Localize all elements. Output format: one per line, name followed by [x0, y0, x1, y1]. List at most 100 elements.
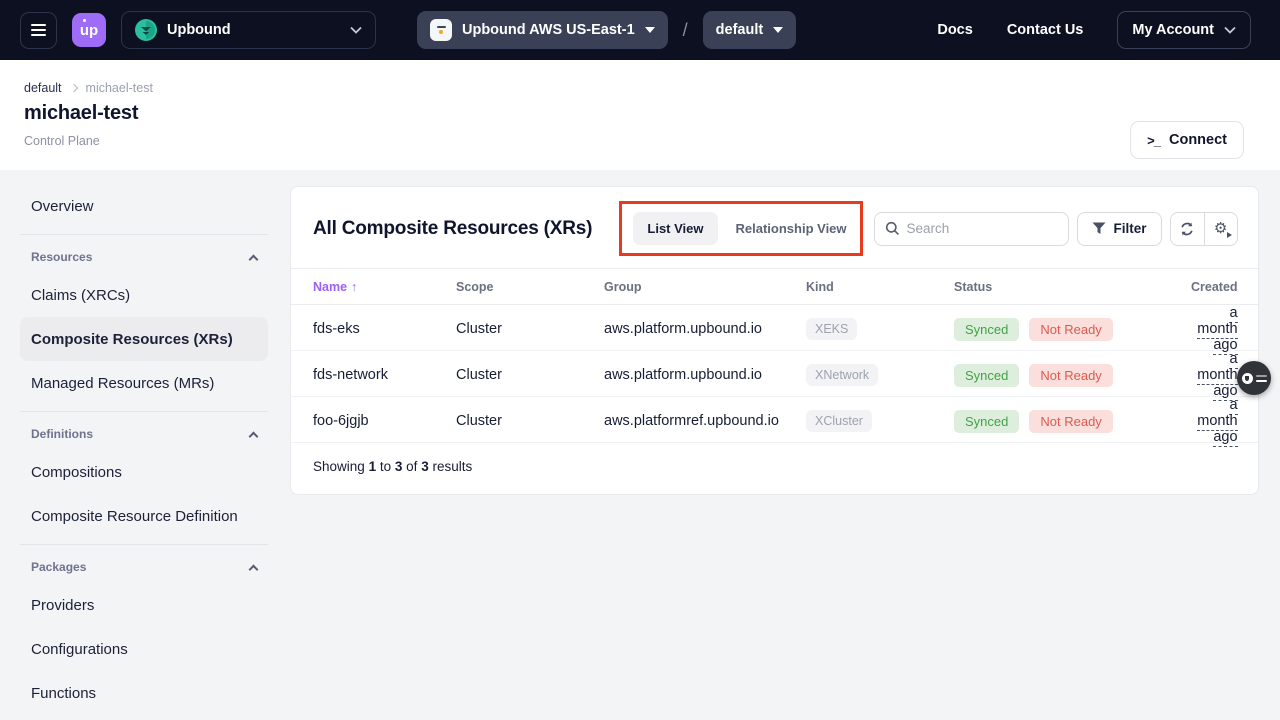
page-title: michael-test: [24, 102, 1280, 125]
control-plane-icon: [430, 19, 452, 41]
sidebar-item-functions[interactable]: Functions: [20, 671, 268, 715]
toolbar: Filter ⚙: [874, 212, 1238, 246]
divider: [20, 544, 268, 545]
sidebar-section-packages-label: Packages: [31, 560, 86, 574]
column-header-created: Created: [1191, 280, 1238, 294]
divider: [20, 411, 268, 412]
sidebar-item-compositions[interactable]: Compositions: [20, 450, 268, 494]
column-header-status: Status: [954, 280, 1191, 294]
cell-name: fds-eks: [313, 321, 456, 337]
sidebar-item-overview[interactable]: Overview: [20, 184, 268, 228]
search-box: [874, 212, 1069, 246]
filter-button[interactable]: Filter: [1077, 212, 1162, 246]
sidebar-section-definitions[interactable]: Definitions: [20, 418, 268, 450]
cell-scope: Cluster: [456, 321, 604, 337]
refresh-button[interactable]: [1171, 213, 1204, 245]
filter-funnel-icon: [1092, 222, 1106, 235]
upbound-logo[interactable]: up: [72, 13, 106, 47]
my-account-label: My Account: [1132, 22, 1214, 38]
created-timestamp[interactable]: a month ago: [1197, 397, 1237, 447]
sidebar-item-composite-resources[interactable]: Composite Resources (XRs): [20, 317, 268, 361]
search-input[interactable]: [907, 221, 1058, 236]
group-selector-label: default: [716, 22, 764, 38]
top-navbar: up Upbound Upbound AWS US-East-1 / defau…: [0, 0, 1280, 60]
cell-name: fds-network: [313, 367, 456, 383]
breadcrumb-michael-test: michael-test: [86, 81, 153, 95]
sidebar-section-packages[interactable]: Packages: [20, 551, 268, 583]
group-selector[interactable]: default: [703, 11, 797, 49]
cell-scope: Cluster: [456, 367, 604, 383]
sidebar-section-resources-label: Resources: [31, 250, 92, 264]
chevron-up-icon: [249, 431, 259, 441]
chevron-right-icon: [69, 83, 77, 91]
column-header-name[interactable]: Name ↑: [313, 280, 456, 294]
org-avatar-icon: [135, 19, 157, 41]
tab-list-view[interactable]: List View: [633, 212, 717, 245]
status-badge-not-ready: Not Ready: [1029, 364, 1112, 387]
sidebar: Overview Resources Claims (XRCs) Composi…: [0, 170, 290, 715]
tab-relationship-view[interactable]: Relationship View: [718, 212, 849, 245]
sort-ascending-icon: ↑: [351, 280, 357, 294]
gear-icon: ⚙: [1214, 221, 1227, 236]
breadcrumb: default michael-test: [24, 81, 1280, 95]
results-summary: Showing 1 to 3 of 3 results: [291, 443, 1258, 494]
my-account-button[interactable]: My Account: [1117, 11, 1251, 49]
caret-down-icon: [645, 27, 655, 33]
connect-button-label: Connect: [1169, 132, 1227, 148]
page-header: default michael-test michael-test Contro…: [0, 60, 1280, 170]
column-header-group: Group: [604, 280, 806, 294]
docs-link[interactable]: Docs: [937, 22, 972, 38]
chevron-up-icon: [249, 254, 259, 264]
breadcrumb-default[interactable]: default: [24, 81, 62, 95]
divider: [20, 234, 268, 235]
hamburger-icon: [31, 24, 46, 26]
annotation-highlight-box: List View Relationship View: [619, 201, 862, 256]
sidebar-section-resources[interactable]: Resources: [20, 241, 268, 273]
status-badge-synced: Synced: [954, 410, 1019, 433]
cell-group: aws.platformref.upbound.io: [604, 413, 806, 429]
connect-button[interactable]: >_ Connect: [1130, 121, 1244, 159]
sidebar-item-composite-resource-definition[interactable]: Composite Resource Definition: [20, 494, 268, 538]
sidebar-item-claims[interactable]: Claims (XRCs): [20, 273, 268, 317]
contact-us-link[interactable]: Contact Us: [1007, 22, 1084, 38]
auto-refresh-settings-button[interactable]: ⚙: [1204, 213, 1237, 245]
status-badge-not-ready: Not Ready: [1029, 318, 1112, 341]
sidebar-item-providers[interactable]: Providers: [20, 583, 268, 627]
kind-badge: XNetwork: [806, 364, 878, 386]
created-timestamp[interactable]: a month ago: [1197, 305, 1237, 355]
column-header-scope: Scope: [456, 280, 604, 294]
card-header: All Composite Resources (XRs) List View …: [291, 187, 1258, 268]
table-row[interactable]: fds-network Cluster aws.platform.upbound…: [291, 351, 1258, 397]
control-plane-selector-label: Upbound AWS US-East-1: [462, 22, 635, 38]
sidebar-item-managed-resources[interactable]: Managed Resources (MRs): [20, 361, 268, 405]
column-header-kind: Kind: [806, 280, 954, 294]
table-row[interactable]: foo-6jgjb Cluster aws.platformref.upboun…: [291, 397, 1258, 443]
terminal-icon: >_: [1147, 133, 1160, 148]
cell-scope: Cluster: [456, 413, 604, 429]
page-subtitle: Control Plane: [24, 134, 1280, 148]
card-title: All Composite Resources (XRs): [313, 218, 592, 240]
organization-selector[interactable]: Upbound: [121, 11, 376, 49]
status-badge-synced: Synced: [954, 318, 1019, 341]
control-plane-selector[interactable]: Upbound AWS US-East-1: [417, 11, 668, 49]
results-end: 3: [395, 459, 403, 474]
path-separator: /: [683, 20, 688, 41]
feedback-widget-button[interactable]: [1237, 361, 1271, 395]
status-badge-not-ready: Not Ready: [1029, 410, 1112, 433]
caret-down-icon: [773, 27, 783, 33]
sidebar-item-configurations[interactable]: Configurations: [20, 627, 268, 671]
table-header-row: Name ↑ Scope Group Kind Status Created: [291, 268, 1258, 305]
table-row[interactable]: fds-eks Cluster aws.platform.upbound.io …: [291, 305, 1258, 351]
chevron-down-icon: [1224, 26, 1236, 34]
cell-group: aws.platform.upbound.io: [604, 321, 806, 337]
results-total: 3: [421, 459, 429, 474]
filter-button-label: Filter: [1114, 221, 1147, 236]
results-start: 1: [369, 459, 377, 474]
feedback-icon: [1242, 373, 1253, 384]
chevron-up-icon: [249, 564, 259, 574]
kind-badge: XCluster: [806, 410, 872, 432]
created-timestamp[interactable]: a month ago: [1197, 351, 1237, 401]
table-actions-group: ⚙: [1170, 212, 1238, 246]
organization-selector-label: Upbound: [167, 22, 231, 38]
hamburger-menu-button[interactable]: [20, 12, 57, 49]
